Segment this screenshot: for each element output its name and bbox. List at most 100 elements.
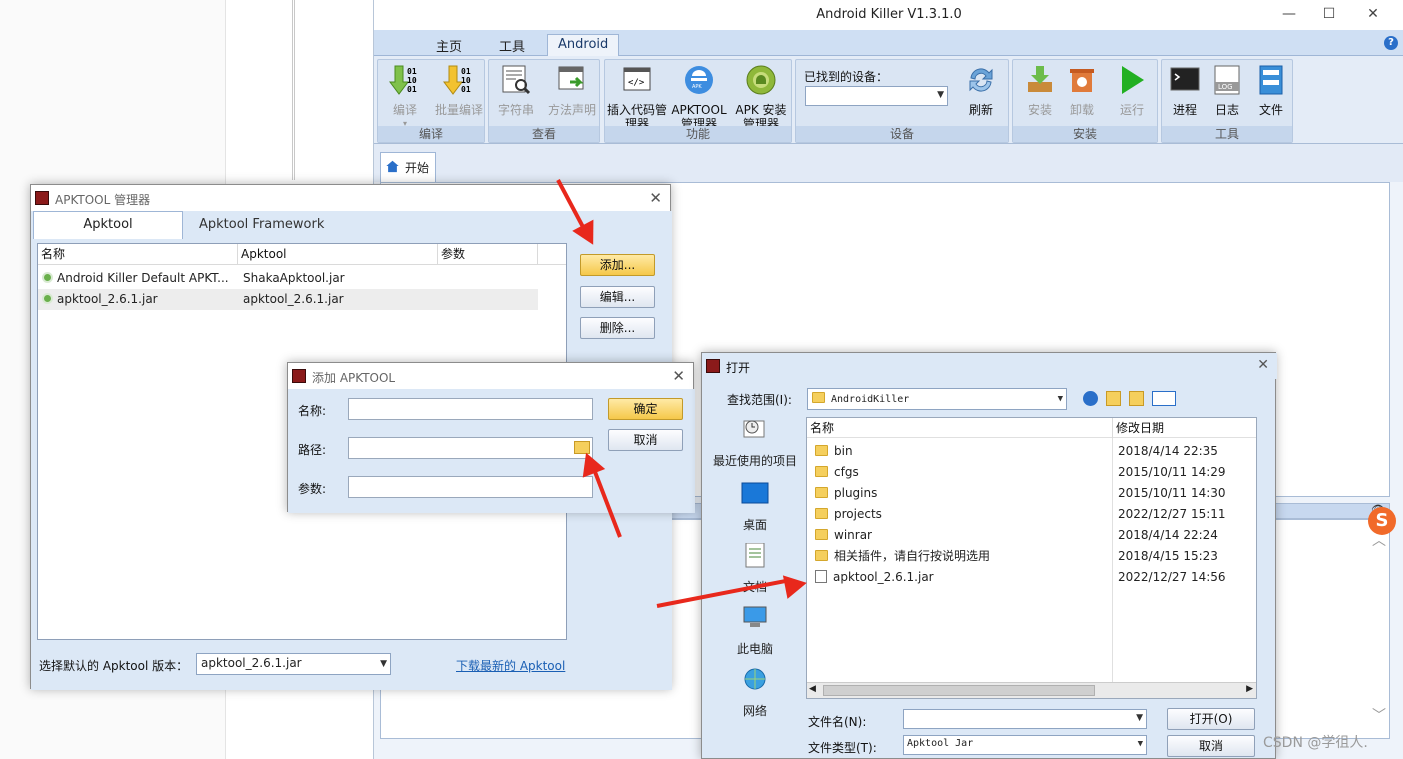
chevron-down-icon: ▼ (380, 659, 387, 669)
column-name[interactable]: 名称 (807, 418, 1113, 438)
list-item[interactable]: apktool_2.6.1.jar 2022/12/27 14:56 (807, 567, 1256, 588)
default-version-select[interactable]: apktool_2.6.1.jar ▼ (196, 653, 391, 675)
edit-button[interactable]: 编辑... (580, 286, 655, 308)
jar-file-icon (815, 570, 827, 583)
back-icon[interactable] (1083, 391, 1098, 406)
menu-tabs: 主页 工具 Android ? (374, 30, 1403, 56)
name-input[interactable] (348, 398, 593, 420)
help-icon[interactable]: ? (1384, 36, 1398, 50)
file-list: 名称 修改日期 bin 2018/4/14 22:35 cfgs 2015/10/1… (806, 417, 1257, 699)
list-item[interactable]: 相关插件，请自行按说明选用 2018/4/15 15:23 (807, 546, 1256, 567)
list-item[interactable]: winrar 2018/4/14 22:24 (807, 525, 1256, 546)
delete-button[interactable]: 删除... (580, 317, 655, 339)
column-params[interactable]: 参数 (438, 244, 538, 264)
install-group-label: 安装 (1013, 126, 1157, 142)
process-button[interactable]: 进程 (1162, 64, 1208, 117)
filename-label: 文件名(N): (808, 715, 867, 729)
download-apktool-link[interactable]: 下载最新的 Apktool (456, 657, 565, 674)
close-icon[interactable]: ✕ (672, 367, 685, 385)
tab-android[interactable]: Android (547, 34, 620, 56)
scroll-down-icon[interactable]: ﹀ (1372, 705, 1386, 725)
file-button[interactable]: 文件 (1248, 64, 1294, 117)
list-item[interactable]: projects 2022/12/27 15:11 (807, 504, 1256, 525)
list-item[interactable]: Android Killer Default APKT... ShakaApkt… (38, 268, 538, 289)
maximize-icon[interactable]: ☐ (1314, 4, 1344, 24)
dialog-title-bar: 打开 ✕ (702, 353, 1277, 379)
cancel-button[interactable]: 取消 (1167, 735, 1255, 757)
list-item[interactable]: bin 2018/4/14 22:35 (807, 441, 1256, 462)
cancel-button[interactable]: 取消 (608, 429, 683, 451)
compile-group: 01 10 01 编译 ▾ 01 10 01 批量编译 编译 (377, 59, 485, 143)
ok-button[interactable]: 确定 (608, 398, 683, 420)
new-folder-icon[interactable] (1129, 391, 1144, 406)
file-list-header: 名称 修改日期 (807, 418, 1256, 438)
open-button[interactable]: 打开(O) (1167, 708, 1255, 730)
open-file-dialog: 打开 ✕ 查找范围(I): AndroidKiller ▼ 最近使用的项目 桌面 … (701, 352, 1277, 759)
tab-start[interactable]: 开始 (380, 152, 436, 182)
tab-tools[interactable]: 工具 (489, 34, 535, 56)
apktool-manager-button[interactable]: APK APKTOOL管理器 (669, 64, 729, 131)
tab-apktool-framework[interactable]: Apktool Framework (199, 217, 324, 232)
up-folder-icon[interactable] (1106, 391, 1121, 406)
close-icon[interactable]: ✕ (1257, 357, 1269, 373)
svg-text:10: 10 (461, 76, 471, 85)
close-icon[interactable]: ✕ (1358, 4, 1388, 24)
add-button[interactable]: 添加... (580, 254, 655, 276)
android-icon (42, 293, 53, 304)
view-group-label: 查看 (489, 126, 599, 142)
tab-home[interactable]: 主页 (426, 34, 472, 56)
device-select[interactable]: ▼ (805, 86, 948, 106)
file-cabinet-icon (1259, 65, 1283, 95)
name-label: 名称: (298, 404, 327, 418)
view-menu-icon[interactable] (1152, 391, 1176, 406)
place-network[interactable]: 网络 (710, 667, 800, 719)
home-icon (386, 160, 399, 173)
horizontal-scrollbar[interactable]: ◀ ▶ (807, 682, 1256, 698)
apk-install-icon (746, 65, 776, 95)
batch-compile-button[interactable]: 01 10 01 批量编译 (432, 64, 486, 117)
folder-icon (815, 487, 828, 498)
list-item[interactable]: cfgs 2015/10/11 14:29 (807, 462, 1256, 483)
log-button[interactable]: LOG 日志 (1204, 64, 1250, 117)
tab-apktool[interactable]: Apktool (33, 211, 183, 239)
chevron-down-icon: ▼ (1136, 713, 1143, 723)
install-group: 安装 卸载 运行 安装 (1012, 59, 1158, 143)
refresh-button[interactable]: 刷新 (954, 64, 1008, 117)
place-this-pc[interactable]: 此电脑 (710, 605, 800, 657)
sogou-ime-icon[interactable]: S (1368, 507, 1396, 535)
strings-button[interactable]: 字符串 (489, 64, 543, 117)
look-in-select[interactable]: AndroidKiller ▼ (807, 388, 1067, 410)
path-input[interactable] (348, 437, 593, 459)
place-recent[interactable]: 最近使用的项目 (710, 417, 800, 469)
compile-button[interactable]: 01 10 01 编译 ▾ (378, 64, 432, 131)
dialog-title: 添加 APKTOOL (312, 371, 396, 385)
uninstall-button[interactable]: 卸载 (1055, 64, 1109, 117)
play-icon (1122, 66, 1144, 94)
watermark: CSDN @学徂人. (1263, 735, 1368, 751)
terminal-icon (1170, 67, 1200, 91)
run-button[interactable]: 运行 (1105, 64, 1159, 117)
chevron-down-icon: ▼ (1137, 739, 1143, 749)
column-modified-date[interactable]: 修改日期 (1113, 418, 1256, 438)
found-devices-label: 已找到的设备： (804, 70, 889, 84)
list-item[interactable]: plugins 2015/10/11 14:30 (807, 483, 1256, 504)
params-input[interactable] (348, 476, 593, 498)
close-icon[interactable]: ✕ (649, 189, 662, 207)
filetype-label: 文件类型(T): (808, 741, 877, 755)
column-name[interactable]: 名称 (38, 244, 238, 264)
app-icon (706, 359, 720, 373)
log-icon: LOG (1214, 65, 1240, 95)
list-item[interactable]: apktool_2.6.1.jar apktool_2.6.1.jar (38, 289, 538, 310)
apk-install-manager-button[interactable]: APK 安装管理器 (731, 64, 791, 131)
column-apktool[interactable]: Apktool (238, 244, 438, 264)
minimize-icon[interactable]: — (1274, 4, 1304, 24)
dialog-title: APKTOOL 管理器 (55, 193, 151, 207)
filename-input[interactable]: ▼ (903, 709, 1147, 729)
network-icon (744, 668, 766, 690)
method-declaration-button[interactable]: 方法声明 (545, 64, 599, 117)
compile-icon: 011001 (389, 65, 417, 95)
insert-code-icon: </> (623, 67, 651, 91)
insert-code-manager-button[interactable]: </> 插入代码管理器 (607, 64, 667, 131)
place-desktop[interactable]: 桌面 (710, 481, 800, 533)
filetype-select[interactable]: Apktool Jar ▼ (903, 735, 1147, 755)
